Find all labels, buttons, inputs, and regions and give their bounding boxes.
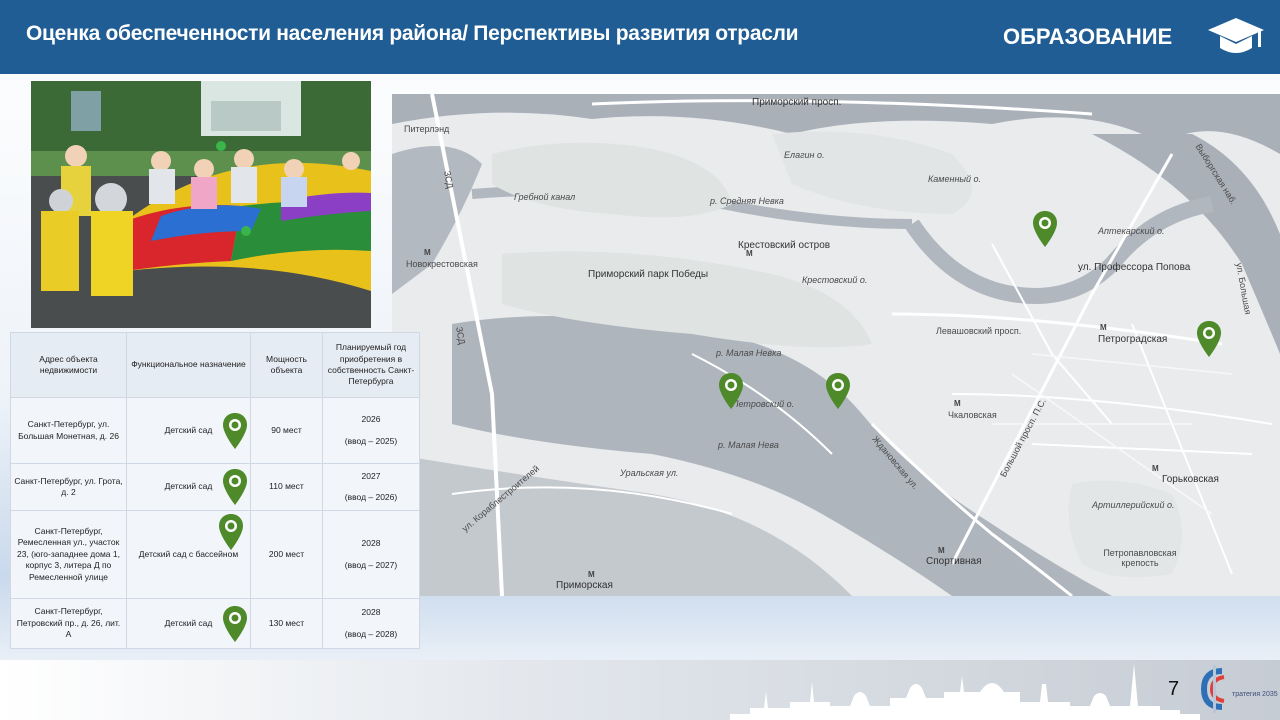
metro-icon: M bbox=[424, 248, 431, 257]
map-label-petropavlovskaya: Петропавловская крепость bbox=[1103, 548, 1177, 568]
map-label-artilleriysky: Артиллерийский о. bbox=[1092, 500, 1175, 510]
cell-year-value: 2027 bbox=[361, 470, 381, 481]
map-label-uralskaya: Уральская ул. bbox=[620, 468, 679, 478]
cell-year-value: 2028 bbox=[361, 538, 381, 549]
map-label-krestovsky-o: Крестовский о. bbox=[802, 275, 868, 285]
metro-icon: M bbox=[938, 546, 945, 555]
cell-capacity: 90 мест bbox=[250, 397, 323, 464]
page-number: 7 bbox=[1168, 678, 1180, 700]
map-label-elagin: Елагин о. bbox=[784, 150, 825, 160]
table-row: Санкт-Петербург, ул. Большая Монетная, д… bbox=[10, 397, 420, 464]
graduation-cap-icon bbox=[1208, 18, 1264, 53]
cell-commission: (ввод – 2026) bbox=[344, 492, 398, 502]
map-label-primorskaya: Приморская bbox=[556, 580, 613, 591]
column-header-address: Адрес объекта недвижимости bbox=[10, 332, 127, 398]
map-label-park-pobedy: Приморский парк Победы bbox=[588, 269, 709, 280]
table-row: Санкт-Петербург, Ремесленная ул., участо… bbox=[10, 510, 420, 599]
cell-capacity: 200 мест bbox=[250, 510, 323, 599]
cell-commission: (ввод – 2027) bbox=[344, 559, 398, 570]
map-label-grebnoy: Гребной канал bbox=[514, 192, 576, 202]
map-label-srednyaya-nevka: р. Средняя Невка bbox=[710, 196, 784, 206]
table-header-row: Адрес объекта недвижимости Функционально… bbox=[10, 332, 420, 398]
cell-function: Детский сад bbox=[126, 397, 251, 464]
cell-address: Санкт-Петербург, Ремесленная ул., участо… bbox=[10, 510, 127, 599]
map-label-levashovsky: Левашовский просп. bbox=[936, 326, 1022, 336]
map-label-aptekarsky: Аптекарский о. bbox=[1098, 226, 1165, 236]
column-header-year: Планируемый год приобретения в собственн… bbox=[322, 332, 420, 398]
map-pin-icon[interactable] bbox=[825, 372, 851, 410]
map-label-kamenny: Каменный о. bbox=[928, 174, 982, 184]
map-label-malaya-nevka-2: р. Малая Нева bbox=[718, 440, 779, 450]
cell-year-value: 2026 bbox=[361, 414, 381, 425]
cell-function: Детский сад bbox=[126, 463, 251, 511]
cell-function: Детский сад bbox=[126, 598, 251, 649]
metro-icon: M bbox=[1152, 464, 1159, 473]
map-pin-icon bbox=[223, 412, 247, 449]
header-bar: Оценка обеспеченности населения района/ … bbox=[0, 0, 1280, 74]
cell-year-value: 2028 bbox=[361, 607, 381, 618]
map-label-gorkovskaya: Горьковская bbox=[1162, 474, 1219, 485]
map-pin-icon bbox=[219, 514, 243, 550]
table-row: Санкт-Петербург, Петровский пр., д. 26, … bbox=[10, 598, 420, 649]
map-label-petrogradskaya: Петроградская bbox=[1098, 334, 1168, 345]
map-label-primorsky-prosp: Приморский просп. bbox=[752, 97, 842, 108]
brand-text: тратегия 2035 bbox=[1232, 691, 1278, 698]
metro-icon: M bbox=[746, 249, 753, 258]
cell-function-text: Детский сад bbox=[164, 617, 213, 628]
map-pin-icon bbox=[223, 605, 247, 642]
map-label-novokrestovskaya: Новокрестовская bbox=[406, 259, 478, 269]
district-map[interactable]: Питерлэнд Приморский просп. Елагин о. Ка… bbox=[392, 94, 1280, 596]
cell-year: 2026 (ввод – 2025) bbox=[322, 397, 420, 464]
cell-function: Детский сад с бассейном bbox=[126, 510, 251, 599]
section-title: ОБРАЗОВАНИЕ bbox=[1003, 24, 1173, 49]
kindergarten-photo bbox=[31, 81, 371, 328]
cell-commission: (ввод – 2028) bbox=[344, 628, 398, 639]
cell-year: 2027 (ввод – 2026) bbox=[322, 463, 420, 511]
table-row: Санкт-Петербург, ул. Грота, д. 2 Детский… bbox=[10, 463, 420, 511]
city-skyline-icon bbox=[730, 664, 1200, 720]
map-label-prof-popova: ул. Профессора Попова bbox=[1078, 262, 1191, 273]
strategy-2035-logo bbox=[1200, 665, 1225, 713]
map-label-sportivnaya: Спортивная bbox=[926, 556, 982, 567]
metro-icon: M bbox=[954, 399, 961, 408]
page-title: Оценка обеспеченности населения района/ … bbox=[26, 22, 799, 45]
map-canvas bbox=[392, 94, 1280, 596]
cell-year: 2028 (ввод – 2028) bbox=[322, 598, 420, 649]
cell-capacity: 130 мест bbox=[250, 598, 323, 649]
map-pin-icon[interactable] bbox=[1196, 320, 1222, 358]
cell-commission: (ввод – 2025) bbox=[344, 435, 398, 446]
kindergarten-table: Адрес объекта недвижимости Функционально… bbox=[10, 332, 420, 649]
cell-function-text: Детский сад bbox=[164, 424, 213, 435]
map-label-malaya-nevka-1: р. Малая Невка bbox=[716, 348, 782, 358]
cell-address: Санкт-Петербург, Петровский пр., д. 26, … bbox=[10, 598, 127, 649]
cell-capacity: 110 мест bbox=[250, 463, 323, 511]
column-header-function: Функциональное назначение bbox=[126, 332, 251, 398]
cell-year: 2028 (ввод – 2027) bbox=[322, 510, 420, 599]
metro-icon: M bbox=[588, 570, 595, 579]
cell-address: Санкт-Петербург, ул. Большая Монетная, д… bbox=[10, 397, 127, 464]
map-pin-icon[interactable] bbox=[1032, 210, 1058, 248]
cell-function-text: Детский сад bbox=[164, 481, 213, 492]
metro-icon: M bbox=[1100, 323, 1107, 332]
map-pin-icon bbox=[223, 469, 247, 505]
cell-address: Санкт-Петербург, ул. Грота, д. 2 bbox=[10, 463, 127, 511]
map-label-chkalovskaya: Чкаловская bbox=[948, 410, 997, 420]
column-header-capacity: Мощность объекта bbox=[250, 332, 323, 398]
map-pin-icon[interactable] bbox=[718, 372, 744, 410]
map-label-piterland: Питерлэнд bbox=[404, 124, 450, 134]
